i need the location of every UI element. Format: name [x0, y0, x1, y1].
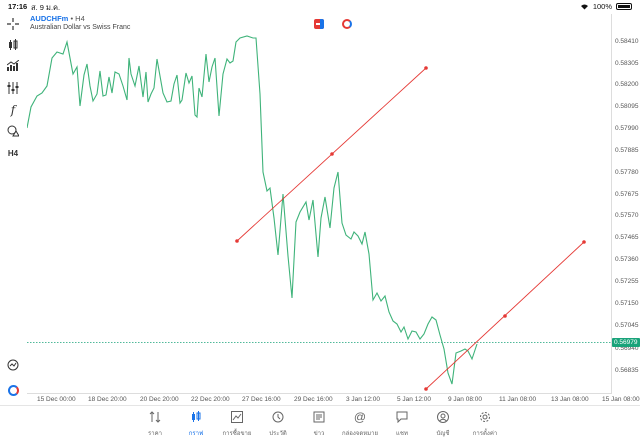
news-icon [313, 411, 325, 423]
price-tick: 0.57150 [615, 300, 639, 307]
time-tick: 18 Dec 20:00 [88, 396, 127, 403]
price-tick: 0.57360 [615, 256, 639, 263]
nav-label: กล่องจดหมาย [341, 431, 379, 437]
time-tick: 5 Jan 12:00 [397, 396, 431, 403]
candlestick-icon[interactable] [5, 37, 21, 53]
trendline-2-end-handle [582, 240, 586, 244]
price-tick: 0.57045 [615, 322, 639, 329]
trendline-1-start-handle [235, 239, 239, 243]
nav-quotes[interactable]: ราคา [135, 410, 175, 438]
current-price-tag: 0.56979 [612, 338, 640, 347]
time-tick: 3 Jan 12:00 [346, 396, 380, 403]
account-icon [437, 411, 449, 423]
price-tick: 0.57570 [615, 212, 639, 219]
nav-label: บัญชี [436, 431, 450, 437]
price-chart [26, 35, 612, 391]
trendline-1-end-handle [424, 66, 428, 70]
nav-history[interactable]: ประวัติ [258, 410, 298, 438]
nav-chat[interactable]: แชท [382, 410, 422, 438]
quotes-icon [149, 411, 161, 423]
trendline-2-start-handle [424, 387, 428, 391]
price-tick: 0.58410 [615, 38, 639, 45]
price-tick: 0.58095 [615, 103, 639, 110]
trade-icon [231, 411, 243, 423]
time-tick: 15 Jan 08:00 [602, 396, 640, 403]
nav-trade[interactable]: การซื้อขาย [217, 410, 257, 438]
timeframe-h4-button[interactable]: H4 [5, 145, 21, 161]
time-tick: 13 Jan 08:00 [551, 396, 589, 403]
price-tick: 0.58305 [615, 60, 639, 67]
chart-icon [192, 411, 201, 422]
price-axis[interactable]: 0.58410 0.58305 0.58200 0.58095 0.57990 … [613, 14, 640, 394]
left-toolbar: f H4 [0, 14, 26, 399]
status-time: 17:16 [8, 2, 28, 11]
settings-sliders-icon[interactable] [5, 80, 21, 96]
nav-chart[interactable]: กราฟ [176, 410, 216, 438]
nav-label: กราฟ [188, 431, 204, 437]
time-tick: 15 Dec 00:00 [37, 396, 76, 403]
nav-label: ราคา [148, 431, 162, 437]
nav-mailbox[interactable]: @ กล่องจดหมาย [340, 410, 380, 438]
price-tick: 0.57255 [615, 278, 639, 285]
nav-label: การซื้อขาย [222, 431, 252, 437]
crosshair-icon[interactable] [5, 16, 21, 32]
price-line [26, 35, 478, 385]
indicator-icon[interactable] [5, 58, 21, 74]
nav-settings[interactable]: การตั้งค่า [465, 410, 505, 438]
time-tick: 27 Dec 16:00 [242, 396, 281, 403]
price-tick: 0.57885 [615, 147, 639, 154]
wifi-icon [580, 4, 588, 10]
function-icon[interactable]: f [5, 102, 21, 118]
nav-account[interactable]: บัญชี [423, 410, 463, 438]
time-tick: 20 Dec 20:00 [140, 396, 179, 403]
price-tick: 0.56835 [615, 367, 639, 374]
nav-label: ประวัติ [269, 431, 287, 437]
time-tick: 22 Dec 20:00 [191, 396, 230, 403]
battery-percent: 100% [592, 2, 612, 11]
nav-label: การตั้งค่า [472, 431, 498, 437]
price-tick: 0.58200 [615, 81, 639, 88]
settings-icon [480, 412, 490, 422]
nav-news[interactable]: ข่าว [299, 410, 339, 438]
history-icon [272, 411, 284, 423]
time-tick: 29 Dec 16:00 [294, 396, 333, 403]
nav-label: ข่าว [313, 431, 325, 437]
status-bar: 17:16 ส. 9 ม.ค. 100% [0, 0, 640, 12]
time-tick: 11 Jan 08:00 [499, 396, 537, 403]
price-tick: 0.57465 [615, 234, 639, 241]
mailbox-icon: @ [353, 410, 367, 424]
trendline-2-mid-handle [503, 314, 507, 318]
price-tick: 0.57675 [615, 191, 639, 198]
price-tick: 0.57990 [615, 125, 639, 132]
shapes-icon[interactable] [5, 123, 21, 139]
battery-icon [616, 3, 632, 10]
chart-plot[interactable] [26, 14, 612, 394]
time-tick: 9 Jan 08:00 [448, 396, 482, 403]
status-date: ส. 9 ม.ค. [31, 3, 61, 12]
nav-label: แชท [396, 431, 408, 437]
chat-icon [396, 411, 408, 423]
bottom-nav: ราคา กราฟ การซื้อขาย ประวัติ ข่าว @ กล่อ… [0, 405, 640, 447]
trendline-1-mid-handle [330, 152, 334, 156]
trade-levels-icon[interactable] [5, 357, 21, 373]
price-tick: 0.57780 [615, 169, 639, 176]
broker-logo-icon[interactable] [5, 382, 21, 398]
